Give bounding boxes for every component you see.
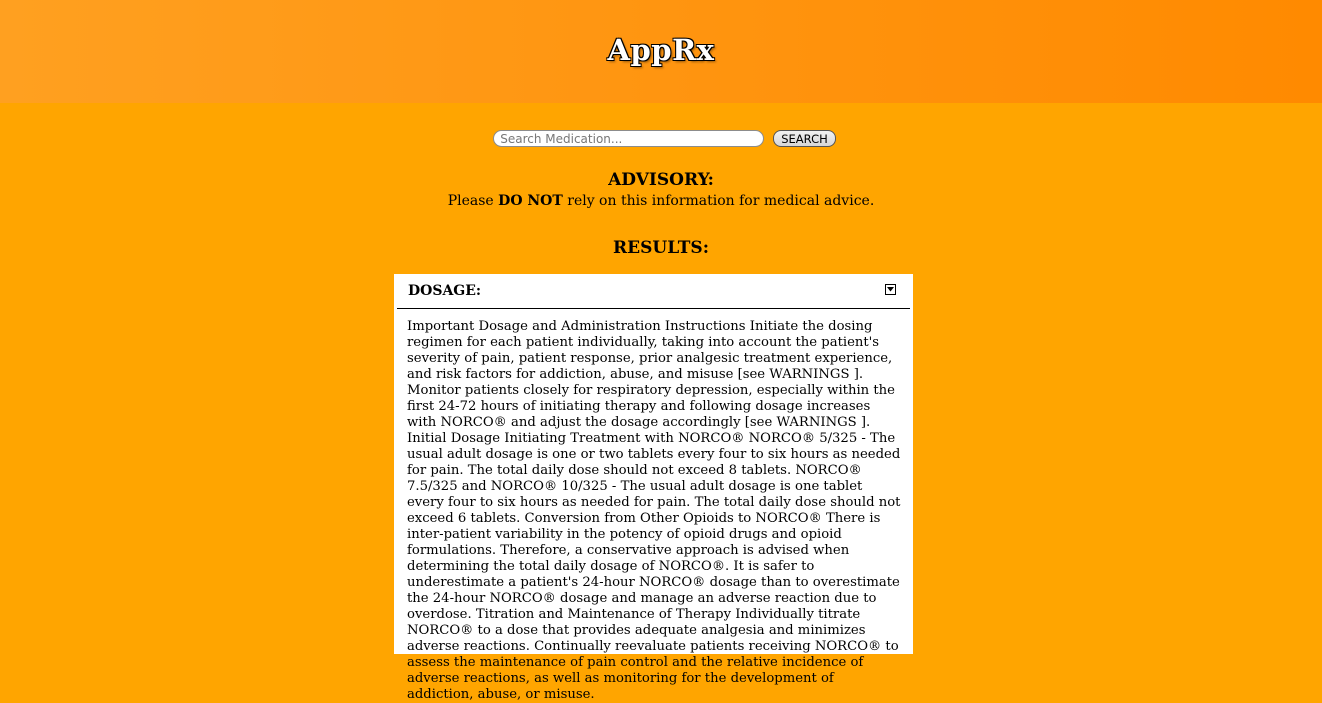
dosage-section-body: Important Dosage and Administration Inst… [407,319,901,702]
advisory-heading: ADVISORY: [608,170,714,190]
dosage-section-header: DOSAGE: [397,274,910,309]
advisory-text: Please DO NOT rely on this information f… [0,192,1322,210]
advisory-text-after: rely on this information for medical adv… [562,193,875,209]
results-panel: DOSAGE: Important Dosage and Administrat… [394,274,913,702]
advisory-section: ADVISORY: Please DO NOT rely on this inf… [0,169,1322,210]
chevron-down-icon[interactable] [885,284,896,295]
dosage-section-title: DOSAGE: [408,283,482,299]
advisory-text-before: Please [447,193,499,209]
advisory-text-emphasis: DO NOT [498,193,563,209]
results-heading: RESULTS: [613,238,709,258]
search-bar: SEARCH [0,130,1322,147]
search-input[interactable] [493,130,765,147]
app-header: AppRx [0,0,1322,103]
app-title: AppRx [607,32,715,67]
search-button[interactable]: SEARCH [773,130,836,147]
